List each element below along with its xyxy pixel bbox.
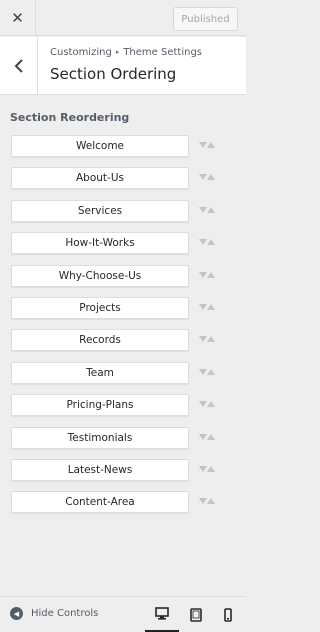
sortable-section-item[interactable]: Testimonials (11, 426, 189, 449)
move-down-icon[interactable] (199, 271, 207, 278)
move-arrows (199, 237, 215, 247)
sortable-section-item[interactable]: Records (11, 329, 189, 352)
move-up-icon[interactable] (207, 336, 215, 343)
desktop-icon[interactable] (145, 597, 179, 632)
move-arrows (199, 432, 215, 442)
customizer-topbar: ✕ Published (0, 0, 246, 36)
move-down-icon[interactable] (199, 239, 207, 246)
move-up-icon[interactable] (207, 401, 215, 408)
move-down-icon[interactable] (199, 368, 207, 375)
sortable-section-item[interactable]: Latest-News (11, 458, 189, 481)
move-arrows (199, 302, 215, 312)
page-title: Section Ordering (50, 65, 177, 83)
sortable-section-item[interactable]: Content-Area (11, 491, 189, 514)
chevron-left-icon[interactable] (0, 37, 38, 95)
list-item: Team (11, 361, 231, 384)
list-item: About-Us (11, 167, 231, 190)
move-arrows (199, 140, 215, 150)
move-down-icon[interactable] (199, 498, 207, 505)
hide-controls-button[interactable]: ◀ Hide Controls (10, 607, 98, 620)
move-down-icon[interactable] (199, 465, 207, 472)
customizer-footer: ◀ Hide Controls (0, 596, 246, 632)
move-up-icon[interactable] (207, 368, 215, 375)
move-arrows (199, 172, 215, 182)
move-arrows (199, 270, 215, 280)
sortable-section-item[interactable]: About-Us (11, 167, 189, 190)
mobile-icon[interactable] (211, 597, 245, 632)
move-down-icon[interactable] (199, 401, 207, 408)
list-item: Welcome (11, 135, 231, 157)
move-arrows (199, 334, 215, 344)
move-arrows (199, 399, 215, 409)
section-list: Welcome About-Us Services How-It-Works Why-C… (11, 135, 231, 524)
sortable-section-item[interactable]: Services (11, 199, 189, 222)
move-down-icon[interactable] (199, 433, 207, 440)
list-item: Why-Choose-Us (11, 264, 231, 287)
move-arrows (199, 367, 215, 377)
sortable-section-item[interactable]: Projects (11, 296, 189, 319)
move-up-icon[interactable] (207, 142, 215, 148)
list-item: How-It-Works (11, 232, 231, 255)
close-icon[interactable]: ✕ (0, 0, 36, 36)
list-item: Pricing-Plans (11, 394, 231, 417)
move-up-icon[interactable] (207, 498, 215, 505)
move-up-icon[interactable] (207, 303, 215, 310)
move-down-icon[interactable] (199, 303, 207, 310)
sortable-section-item[interactable]: Why-Choose-Us (11, 264, 189, 287)
move-down-icon[interactable] (199, 206, 207, 213)
move-down-icon[interactable] (199, 142, 207, 148)
move-up-icon[interactable] (207, 174, 215, 181)
triangle-right-icon: ▸ (115, 48, 120, 56)
list-item: Content-Area (11, 491, 231, 514)
tablet-icon[interactable] (179, 597, 213, 632)
list-item: Projects (11, 296, 231, 319)
section-reordering-label: Section Reordering (10, 111, 130, 124)
hide-controls-label: Hide Controls (31, 608, 99, 619)
move-up-icon[interactable] (207, 239, 215, 246)
move-down-icon[interactable] (199, 336, 207, 343)
list-item: Testimonials (11, 426, 231, 449)
breadcrumb: Customizing ▸ Theme Settings (50, 47, 202, 58)
list-item: Records (11, 329, 231, 352)
move-up-icon[interactable] (207, 271, 215, 278)
move-arrows (199, 464, 215, 474)
sortable-section-item[interactable]: Pricing-Plans (11, 394, 189, 417)
move-arrows (199, 496, 215, 506)
collapse-left-icon: ◀ (10, 607, 23, 620)
breadcrumb-section: Theme Settings (123, 47, 203, 58)
breadcrumb-root: Customizing (50, 47, 112, 58)
list-item: Latest-News (11, 458, 231, 481)
sortable-section-item[interactable]: Team (11, 361, 189, 384)
sortable-section-item[interactable]: Welcome (11, 135, 189, 157)
move-down-icon[interactable] (199, 174, 207, 181)
move-up-icon[interactable] (207, 465, 215, 472)
list-item: Services (11, 199, 231, 222)
publish-button[interactable]: Published (173, 7, 238, 31)
move-up-icon[interactable] (207, 433, 215, 440)
move-up-icon[interactable] (207, 206, 215, 213)
section-header: Customizing ▸ Theme Settings Section Order… (0, 37, 246, 95)
move-arrows (199, 205, 215, 215)
sortable-section-item[interactable]: How-It-Works (11, 232, 189, 255)
